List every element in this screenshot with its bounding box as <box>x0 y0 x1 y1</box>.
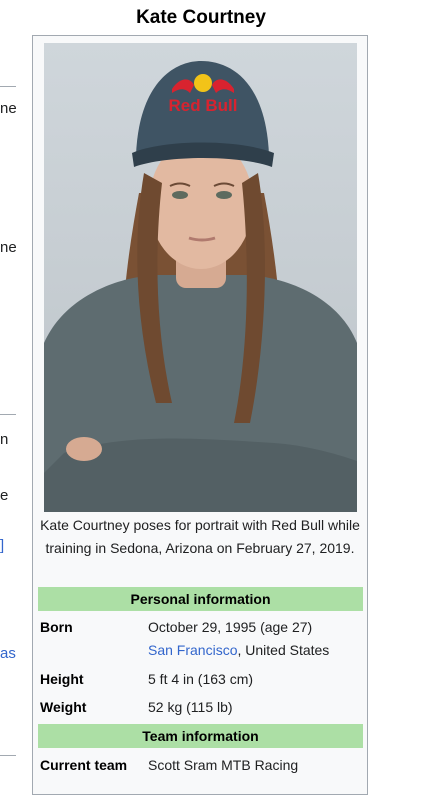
height-label: Height <box>40 671 84 687</box>
birthplace-country: , United States <box>237 642 330 658</box>
born-label: Born <box>40 619 73 635</box>
portrait-illustration: Red Bull <box>44 61 357 512</box>
current-team-label: Current team <box>40 757 128 773</box>
born-date: October 29, 1995 (age 27) <box>148 619 313 635</box>
infobox-title: Kate Courtney <box>136 7 266 28</box>
birthplace-link[interactable]: San Francisco <box>148 642 237 658</box>
section-header-personal: Personal information <box>38 587 363 611</box>
text-fragment: ne <box>0 100 17 117</box>
section-divider <box>0 414 16 415</box>
current-team-value: Scott Sram MTB Racing <box>148 757 299 773</box>
image-caption: Kate Courtney poses for portrait with Re… <box>40 517 360 556</box>
section-header-team: Team information <box>38 724 363 748</box>
cap-logo-text: Red Bull <box>169 96 238 115</box>
article-text-clipped: ne ne n e ] as <box>0 0 32 777</box>
section-divider <box>0 86 16 87</box>
weight-label: Weight <box>40 699 87 715</box>
portrait-photo[interactable]: Red Bull <box>44 43 357 512</box>
text-fragment: e <box>0 487 9 504</box>
text-fragment: n <box>0 431 9 448</box>
born-place: San Francisco, United States <box>148 639 329 661</box>
height-value: 5 ft 4 in (163 cm) <box>148 671 254 687</box>
section-divider <box>0 755 16 756</box>
link-fragment[interactable]: as <box>0 645 16 662</box>
text-fragment: ne <box>0 239 17 256</box>
weight-value: 52 kg (115 lb) <box>148 699 233 715</box>
reference-link-fragment[interactable]: ] <box>0 537 4 554</box>
